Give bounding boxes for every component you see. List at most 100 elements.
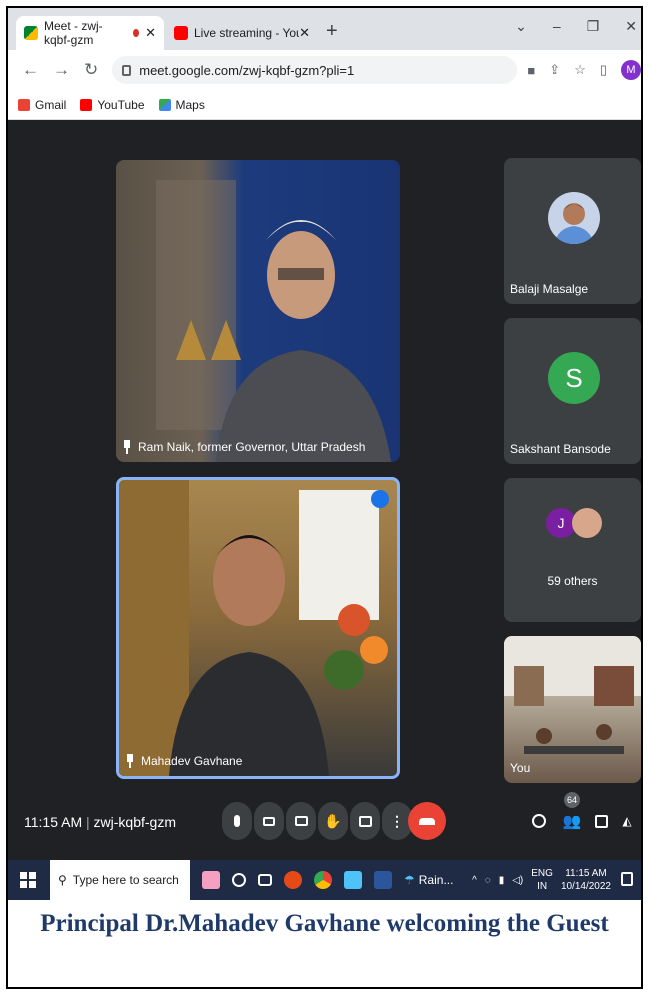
minimize-icon[interactable]: –	[553, 18, 561, 35]
muted-mic-icon	[617, 328, 635, 346]
photo-caption: Principal Dr.Mahadev Gavhane welcoming t…	[8, 900, 641, 987]
word-icon[interactable]	[374, 871, 392, 889]
pin-icon[interactable]	[122, 440, 132, 454]
hand-icon: ✋	[324, 812, 342, 829]
participant-tile-mahadev-gavhane[interactable]: Mahadev Gavhane	[116, 477, 400, 779]
share-icon[interactable]: ⇪	[549, 62, 560, 78]
participant-name: Mahadev Gavhane	[141, 754, 243, 768]
camera-button[interactable]	[254, 802, 284, 840]
close-icon[interactable]: ✕	[299, 25, 310, 41]
meet-stage: Ram Naik, former Governor, Uttar Pradesh…	[8, 120, 641, 860]
bookmark-gmail[interactable]: Gmail	[18, 98, 66, 112]
activities-button[interactable]: ◭	[616, 810, 638, 832]
tab-title: Live streaming - YouTube Studio	[194, 26, 299, 40]
search-placeholder: Type here to search	[72, 873, 179, 887]
youtube-icon	[80, 98, 93, 111]
weather-widget[interactable]: ☂ Rain...	[404, 873, 453, 887]
chrome-icon[interactable]	[314, 871, 332, 889]
forward-icon[interactable]: →	[53, 60, 70, 80]
screenshot-frame: Meet - zwj-kqbf-gzm ✕ Live streaming - Y…	[6, 6, 643, 989]
activities-icon: ◭	[622, 814, 632, 828]
weather-text: Rain...	[418, 873, 454, 887]
people-button[interactable]: 👥	[561, 810, 583, 832]
leave-call-button[interactable]	[408, 802, 446, 840]
participant-tile-sakshant-bansode[interactable]: S Sakshant Bansode	[504, 318, 641, 464]
chat-icon	[594, 814, 608, 828]
star-icon[interactable]: ☆	[574, 62, 586, 78]
new-tab-icon[interactable]: +	[326, 20, 338, 43]
bookmarks-bar: Gmail YouTube Maps	[8, 90, 641, 120]
app-icon[interactable]	[344, 871, 362, 889]
clock-date: 10/14/2022	[560, 881, 611, 892]
bookmark-maps[interactable]: Maps	[158, 98, 205, 112]
video-feed	[119, 480, 388, 776]
pin-icon[interactable]	[125, 754, 135, 768]
battery-icon[interactable]: ▮	[499, 875, 505, 886]
muted-mic-icon	[617, 168, 635, 186]
microphone-button[interactable]	[222, 802, 252, 840]
url-text: meet.google.com/zwj-kqbf-gzm?pli=1	[139, 62, 355, 78]
tab-strip: Meet - zwj-kqbf-gzm ✕ Live streaming - Y…	[8, 8, 641, 50]
participant-tile-balaji-masalge[interactable]: Balaji Masalge	[504, 158, 641, 304]
speaker-icon[interactable]: ◁)	[512, 875, 523, 886]
taskbar-search[interactable]: ⚲ Type here to search	[50, 860, 190, 900]
participant-name: Sakshant Bansode	[510, 442, 611, 456]
close-icon[interactable]: ✕	[145, 25, 156, 41]
network-icon[interactable]: ◌	[485, 875, 491, 886]
present-button[interactable]	[350, 802, 380, 840]
captions-button[interactable]	[286, 802, 316, 840]
profile-avatar[interactable]: M	[621, 60, 641, 80]
close-icon[interactable]: ✕	[625, 18, 637, 35]
address-bar[interactable]: meet.google.com/zwj-kqbf-gzm?pli=1	[112, 56, 518, 84]
participant-tile-ram-naik[interactable]: Ram Naik, former Governor, Uttar Pradesh	[116, 160, 400, 462]
bookmark-label: Gmail	[35, 97, 67, 112]
participant-name: Ram Naik, former Governor, Uttar Pradesh	[138, 440, 366, 454]
bookmark-label: YouTube	[97, 97, 145, 112]
notification-icon[interactable]	[621, 872, 633, 886]
system-clock[interactable]: 11:15 AM 10/14/2022	[561, 867, 611, 893]
meeting-details-button[interactable]	[528, 810, 550, 832]
present-icon	[358, 815, 372, 827]
camera-icon	[263, 816, 275, 826]
windows-taskbar: ⚲ Type here to search ☂ Rain... ^ ◌ ▮ ◁)…	[8, 860, 641, 900]
sidebar-icon[interactable]: ▯	[600, 62, 607, 78]
chevron-up-icon[interactable]: ^	[472, 875, 477, 886]
chat-button[interactable]	[590, 810, 612, 832]
search-icon: ⚲	[58, 873, 67, 887]
maximize-icon[interactable]: ❐	[587, 18, 600, 35]
camera-icon[interactable]: ■	[527, 63, 535, 78]
participant-count-badge: 64	[564, 792, 580, 808]
lock-icon	[122, 64, 132, 76]
cupcake-icon[interactable]	[202, 871, 220, 889]
language-indicator[interactable]: ENG IN	[531, 867, 553, 893]
info-icon	[532, 814, 546, 828]
meet-favicon-icon	[24, 26, 38, 40]
window-controls: ⌄ – ❐ ✕	[515, 18, 637, 35]
tab-youtube-studio[interactable]: Live streaming - YouTube Studio ✕	[168, 16, 318, 50]
recording-icon	[133, 29, 140, 37]
windows-start-icon[interactable]	[20, 872, 36, 888]
cortana-icon[interactable]	[232, 873, 246, 887]
tab-title: Meet - zwj-kqbf-gzm	[44, 19, 103, 47]
chevron-down-icon[interactable]: ⌄	[515, 18, 527, 35]
meet-control-bar: 11:15 AM | zwj-kqbf-gzm ✋ ⋮ 64 👥 ◭	[8, 788, 641, 860]
reload-icon[interactable]: ↻	[84, 60, 98, 80]
meeting-info: 11:15 AM | zwj-kqbf-gzm	[24, 814, 177, 830]
app-icon[interactable]	[284, 871, 302, 889]
back-icon[interactable]: ←	[22, 60, 39, 80]
taskbar-apps	[202, 871, 392, 889]
participant-name: You	[510, 761, 531, 775]
task-view-icon[interactable]	[258, 874, 272, 886]
participant-name: 59 others	[547, 574, 598, 588]
gmail-icon	[18, 98, 30, 111]
raise-hand-button[interactable]: ✋	[318, 802, 348, 840]
video-feed	[156, 180, 391, 462]
participant-tile-others[interactable]: J 59 others	[504, 478, 641, 622]
avatar	[572, 508, 602, 538]
bookmark-youtube[interactable]: YouTube	[80, 97, 145, 112]
browser-toolbar: ← → ↻ meet.google.com/zwj-kqbf-gzm?pli=1…	[8, 50, 641, 90]
avatar: S	[548, 352, 600, 404]
participant-tile-you[interactable]: You	[504, 636, 641, 783]
more-vertical-icon: ⋮	[390, 812, 404, 829]
tab-meet[interactable]: Meet - zwj-kqbf-gzm ✕	[16, 16, 164, 50]
